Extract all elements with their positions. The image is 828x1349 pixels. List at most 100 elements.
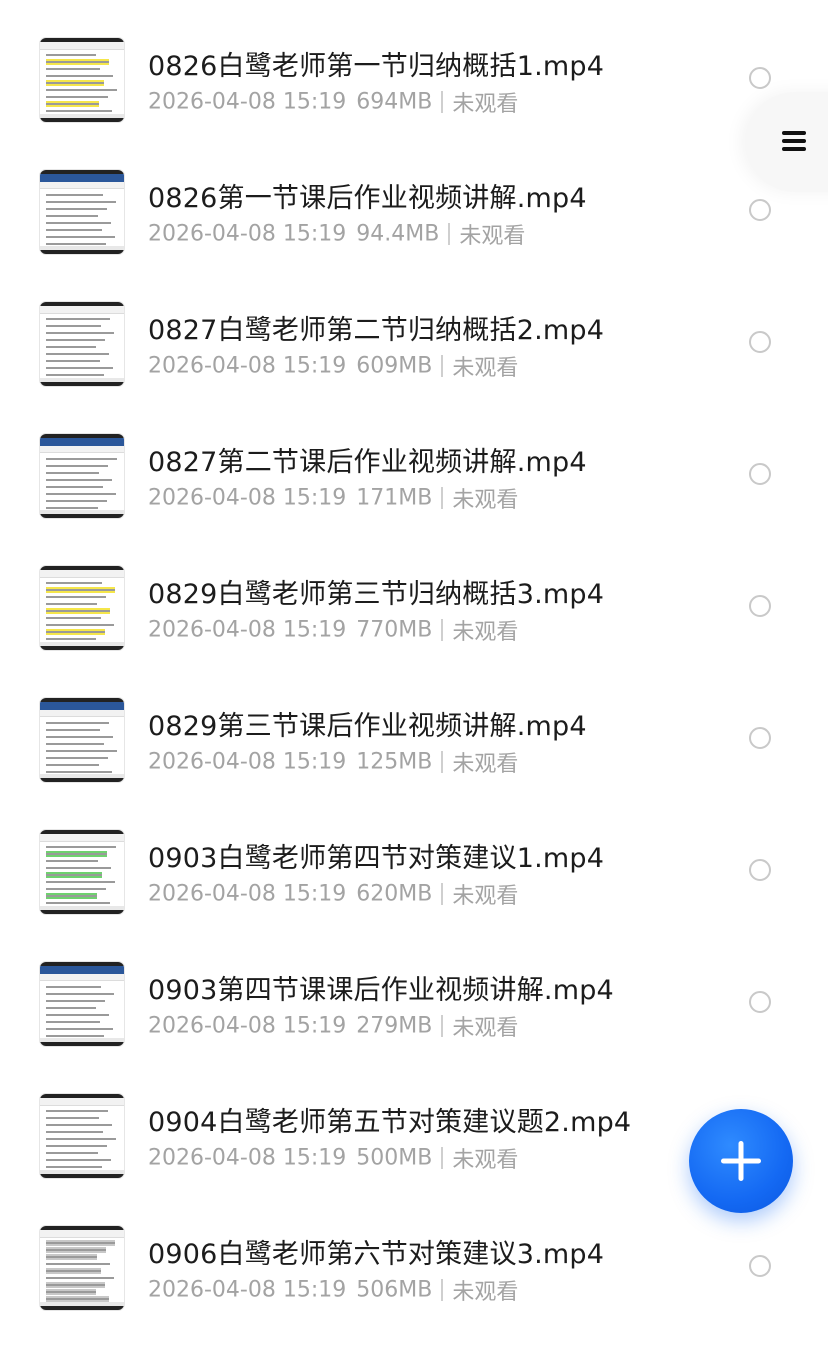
file-list-item[interactable]: 0829第三节课后作业视频讲解.mp4 2026-04-08 15:19 125M…	[0, 674, 828, 806]
file-size: 94.4MB	[356, 221, 440, 247]
file-title: 0826白鹭老师第一节归纳概括1.mp4	[148, 51, 605, 82]
radio-unchecked-icon[interactable]	[749, 199, 771, 221]
file-list-item[interactable]: 0827第二节课后作业视频讲解.mp4 2026-04-08 15:19 171M…	[0, 410, 828, 542]
thumb-text-line	[46, 631, 105, 633]
thumb-text-line	[46, 757, 108, 759]
thumb-text-line	[46, 346, 96, 348]
video-thumbnail	[40, 434, 124, 518]
file-date: 2026-04-08 15:19	[148, 749, 347, 775]
thumb-text-line	[46, 201, 116, 203]
file-title: 0827第二节课后作业视频讲解.mp4	[148, 447, 587, 478]
thumb-bar-bottom	[40, 382, 124, 386]
thumb-text-line	[46, 75, 113, 77]
video-thumbnail	[40, 830, 124, 914]
video-thumbnail	[40, 1094, 124, 1178]
thumb-text-line	[46, 353, 109, 355]
thumb-text-line	[46, 582, 102, 584]
meta-divider	[441, 619, 444, 641]
file-title: 0826第一节课后作业视频讲解.mp4	[148, 183, 587, 214]
file-meta: 2026-04-08 15:19 500MB 未观看	[148, 1142, 518, 1174]
thumb-text-line	[46, 750, 117, 752]
file-list-item[interactable]: 0903第四节课课后作业视频讲解.mp4 2026-04-08 15:19 279…	[0, 938, 828, 1070]
thumb-text-line	[46, 507, 98, 509]
thumb-text-line	[46, 1242, 115, 1244]
meta-divider	[441, 1147, 444, 1169]
thumb-text-line	[46, 1145, 107, 1147]
thumb-text-line	[46, 617, 101, 619]
thumb-text-line	[46, 729, 100, 731]
thumb-text-line	[46, 54, 96, 56]
thumb-text-line	[46, 888, 106, 890]
file-meta: 2026-04-08 15:19 171MB 未观看	[148, 482, 518, 514]
file-list-item[interactable]: 0906白鹭老师第六节对策建议3.mp4 2026-04-08 15:19 506…	[0, 1202, 828, 1334]
watch-status: 未观看	[452, 884, 519, 909]
radio-unchecked-icon[interactable]	[749, 67, 771, 89]
hamburger-menu-icon[interactable]	[782, 128, 808, 154]
thumb-text-line	[46, 236, 115, 238]
thumb-text-line	[46, 500, 107, 502]
file-size: 694MB	[356, 89, 433, 115]
screen: 0826白鹭老师第一节归纳概括1.mp4 2026-04-08 15:19 694…	[0, 0, 828, 1349]
thumb-text-line	[46, 771, 112, 773]
thumb-text-line	[46, 486, 103, 488]
file-date: 2026-04-08 15:19	[148, 89, 347, 115]
file-size: 500MB	[356, 1145, 433, 1171]
add-fab-button[interactable]	[689, 1109, 793, 1213]
thumb-text-line	[46, 110, 112, 112]
thumb-text-line	[46, 874, 102, 876]
thumb-ribbon	[40, 966, 124, 974]
thumb-text-line	[46, 1000, 105, 1002]
radio-unchecked-icon[interactable]	[749, 595, 771, 617]
thumb-ribbon2	[40, 306, 124, 314]
radio-unchecked-icon[interactable]	[749, 463, 771, 485]
thumb-text-line	[46, 339, 105, 341]
file-date: 2026-04-08 15:19	[148, 485, 347, 511]
watch-status: 未观看	[452, 92, 519, 117]
thumb-text-line	[46, 1277, 114, 1279]
thumb-text-line	[46, 638, 96, 640]
file-list-item[interactable]: 0903白鹭老师第四节对策建议1.mp4 2026-04-08 15:19 620…	[0, 806, 828, 938]
meta-divider	[441, 751, 444, 773]
thumb-text-line	[46, 1159, 111, 1161]
file-list-item[interactable]: 0826白鹭老师第一节归纳概括1.mp4 2026-04-08 15:19 694…	[0, 14, 828, 146]
meta-divider	[441, 883, 444, 905]
thumb-text-line	[46, 853, 107, 855]
thumb-text-line	[46, 589, 115, 591]
thumb-text-line	[46, 736, 113, 738]
video-thumbnail	[40, 38, 124, 122]
thumb-ribbon2	[40, 1230, 124, 1238]
radio-unchecked-icon[interactable]	[749, 727, 771, 749]
file-list-item[interactable]: 0827白鹭老师第二节归纳概括2.mp4 2026-04-08 15:19 609…	[0, 278, 828, 410]
meta-divider	[441, 1279, 444, 1301]
thumb-text-line	[46, 332, 114, 334]
watch-status: 未观看	[452, 488, 519, 513]
thumb-bar-bottom	[40, 250, 124, 254]
watch-status: 未观看	[452, 1016, 519, 1041]
radio-unchecked-icon[interactable]	[749, 991, 771, 1013]
thumb-text-line	[46, 1263, 110, 1265]
thumb-text-line	[46, 367, 113, 369]
thumb-text-line	[46, 610, 110, 612]
file-list-item[interactable]: 0826第一节课后作业视频讲解.mp4 2026-04-08 15:19 94.4…	[0, 146, 828, 278]
file-meta: 2026-04-08 15:19 94.4MB 未观看	[148, 218, 525, 250]
thumb-ribbon2	[40, 182, 124, 189]
file-date: 2026-04-08 15:19	[148, 1145, 347, 1171]
file-date: 2026-04-08 15:19	[148, 1013, 347, 1039]
thumb-text-line	[46, 374, 104, 376]
thumb-ribbon2	[40, 570, 124, 578]
thumb-text-line	[46, 860, 98, 862]
file-date: 2026-04-08 15:19	[148, 617, 347, 643]
thumb-text-line	[46, 1117, 99, 1119]
thumb-text-line	[46, 902, 110, 904]
radio-unchecked-icon[interactable]	[749, 1255, 771, 1277]
file-list-item[interactable]: 0829白鹭老师第三节归纳概括3.mp4 2026-04-08 15:19 770…	[0, 542, 828, 674]
thumb-text-line	[46, 318, 110, 320]
thumb-text-line	[46, 1256, 97, 1258]
radio-unchecked-icon[interactable]	[749, 331, 771, 353]
watch-status: 未观看	[452, 752, 519, 777]
meta-divider	[441, 355, 444, 377]
thumb-text-line	[46, 1284, 105, 1286]
radio-unchecked-icon[interactable]	[749, 859, 771, 881]
video-thumbnail	[40, 170, 124, 254]
thumb-text-line	[46, 1007, 96, 1009]
